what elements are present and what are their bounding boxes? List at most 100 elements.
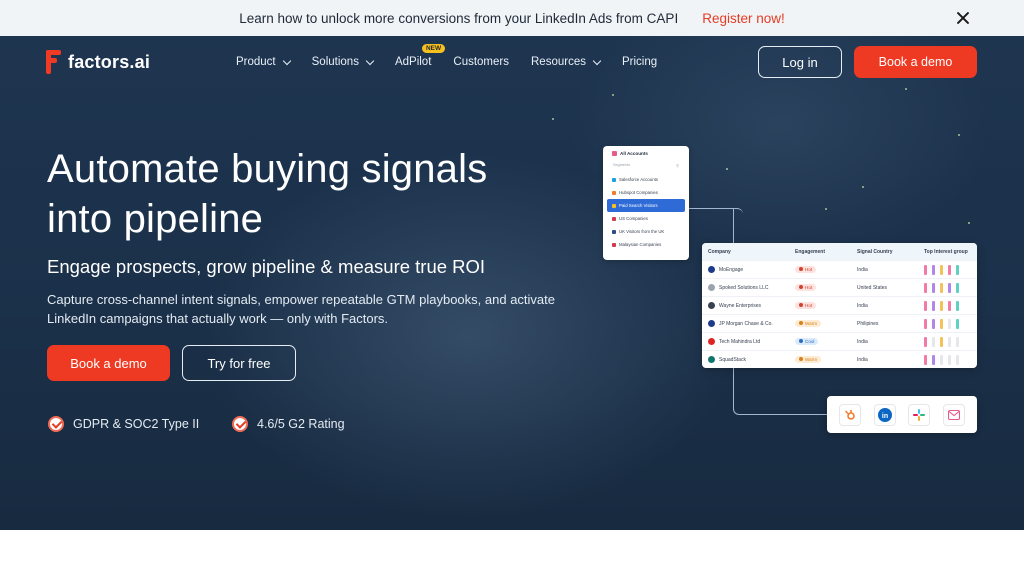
nav-product-label: Product — [236, 56, 276, 68]
company-name: Spoked Solutions LLC — [719, 284, 769, 291]
company-name: JP Morgan Chase & Co. — [719, 320, 773, 327]
nav-customers-label: Customers — [453, 56, 509, 68]
search-ads-icon — [612, 203, 616, 208]
table-row[interactable]: JP Morgan Chase & Co. Warm Philipines — [702, 314, 977, 332]
table-header: Company Engagement Signal Country Top In… — [702, 243, 977, 260]
header-engagement: Engagement — [795, 248, 826, 255]
header-country: Signal Country — [857, 248, 893, 255]
interest-bar — [948, 300, 951, 311]
interest-bar — [948, 318, 951, 329]
nav-product[interactable]: Product — [236, 56, 291, 68]
chevron-down-icon — [592, 56, 602, 65]
book-demo-nav-button[interactable]: Book a demo — [854, 46, 977, 78]
email-icon — [942, 403, 965, 426]
company-name: SquadStack — [719, 356, 746, 363]
table-row[interactable]: Spoked Solutions LLC Hot United States — [702, 278, 977, 296]
nav-customers[interactable]: Customers — [453, 56, 509, 68]
interest-bar — [948, 264, 951, 275]
svg-text:in: in — [882, 413, 888, 420]
engagement-badge: Warm — [795, 355, 822, 363]
company-name: MoEngage — [719, 266, 744, 273]
segment-item[interactable]: US Companies — [607, 212, 685, 225]
hero-title-line1: Automate buying signals — [47, 147, 488, 191]
main-nav: Product Solutions AdPilot NEW Customers … — [236, 36, 679, 88]
search-icon: ⚲ — [676, 164, 679, 168]
segment-label: Hubspot Companies — [619, 190, 658, 195]
table-row[interactable]: Tech Mahindra Ltd Cool India — [702, 332, 977, 350]
engagement-label: Warm — [805, 320, 818, 326]
interest-bar — [940, 336, 943, 347]
company-logo-icon — [708, 338, 715, 345]
segment-label: Malaysian Companies — [619, 242, 662, 247]
segment-item[interactable]: UK Visitors from the UK — [607, 225, 685, 238]
interest-bar — [924, 300, 927, 311]
hero-title-line2: into pipeline — [47, 197, 264, 241]
nav-resources[interactable]: Resources — [531, 56, 602, 68]
login-button[interactable]: Log in — [758, 46, 842, 78]
interest-bar — [956, 318, 959, 329]
flame-icon — [799, 303, 803, 308]
engagement-label: Hot — [805, 266, 813, 272]
segment-item[interactable]: Hubspot Companies — [607, 186, 685, 199]
segment-item[interactable]: Salesforce Accounts — [607, 173, 685, 186]
segment-label: US Companies — [619, 216, 648, 221]
nav-pricing[interactable]: Pricing — [622, 56, 657, 68]
chevron-down-icon — [282, 56, 291, 65]
logo[interactable]: factors.ai — [46, 50, 150, 74]
shield-check-icon — [48, 416, 64, 432]
chevron-down-icon — [365, 56, 375, 65]
interest-bar — [932, 282, 935, 293]
engagement-badge: Cool — [795, 337, 819, 345]
table-row[interactable]: MoEngage Hot India — [702, 260, 977, 278]
nav-adpilot[interactable]: AdPilot NEW — [395, 44, 446, 68]
table-row[interactable]: SquadStack Warm India — [702, 350, 977, 368]
interest-bars — [918, 300, 977, 311]
linkedin-icon: in — [873, 403, 896, 426]
interest-bar — [924, 318, 927, 329]
connector-line — [733, 368, 828, 415]
engagement-label: Cool — [805, 338, 815, 344]
interest-bar — [932, 300, 935, 311]
interest-bar — [932, 336, 935, 347]
connector-line — [686, 208, 734, 209]
interest-bars — [918, 354, 977, 365]
nav-resources-label: Resources — [531, 56, 586, 68]
integrations-panel: in — [827, 396, 977, 433]
nav-pricing-label: Pricing — [621, 56, 658, 68]
country-cell: India — [857, 338, 868, 345]
trust-g2: 4.6/5 G2 Rating — [232, 416, 345, 432]
interest-bar — [924, 354, 927, 365]
company-name: Wayne Enterprises — [719, 302, 762, 309]
hero-title: Automate buying signals into pipeline — [47, 144, 567, 244]
interest-bar — [932, 318, 935, 329]
segment-item[interactable]: Malaysian Companies — [607, 238, 685, 251]
hero-subtitle: Engage prospects, grow pipeline & measur… — [47, 256, 486, 277]
engagement-label: Hot — [805, 302, 813, 308]
interest-bar — [956, 264, 959, 275]
book-demo-button[interactable]: Book a demo — [47, 345, 170, 381]
new-badge: NEW — [421, 44, 446, 53]
trust-g2-label: 4.6/5 G2 Rating — [257, 417, 345, 431]
segment-item-active[interactable]: Paid Search Visitors — [607, 199, 685, 212]
announcement-text: Learn how to unlock more conversions fro… — [239, 10, 679, 26]
connector-line — [733, 208, 743, 244]
interest-bar — [956, 336, 959, 347]
register-link[interactable]: Register now! — [702, 11, 785, 26]
interest-bar — [956, 354, 959, 365]
close-icon[interactable] — [954, 9, 972, 27]
segments-label: Segments — [613, 163, 631, 167]
badge-check-icon — [232, 416, 248, 432]
try-free-button[interactable]: Try for free — [182, 345, 296, 381]
us-flag-icon — [612, 216, 616, 221]
country-cell: India — [857, 356, 868, 363]
interest-bar — [940, 282, 943, 293]
interest-bars — [918, 282, 977, 293]
segments-row: Segments ⚲ — [613, 163, 685, 168]
table-row[interactable]: Wayne Enterprises Hot India — [702, 296, 977, 314]
salesforce-icon — [612, 177, 616, 182]
company-logo-icon — [708, 302, 715, 309]
interest-bar — [940, 318, 943, 329]
company-name: Tech Mahindra Ltd — [719, 338, 761, 345]
accounts-table: Company Engagement Signal Country Top In… — [702, 243, 977, 368]
nav-solutions[interactable]: Solutions — [312, 56, 375, 68]
